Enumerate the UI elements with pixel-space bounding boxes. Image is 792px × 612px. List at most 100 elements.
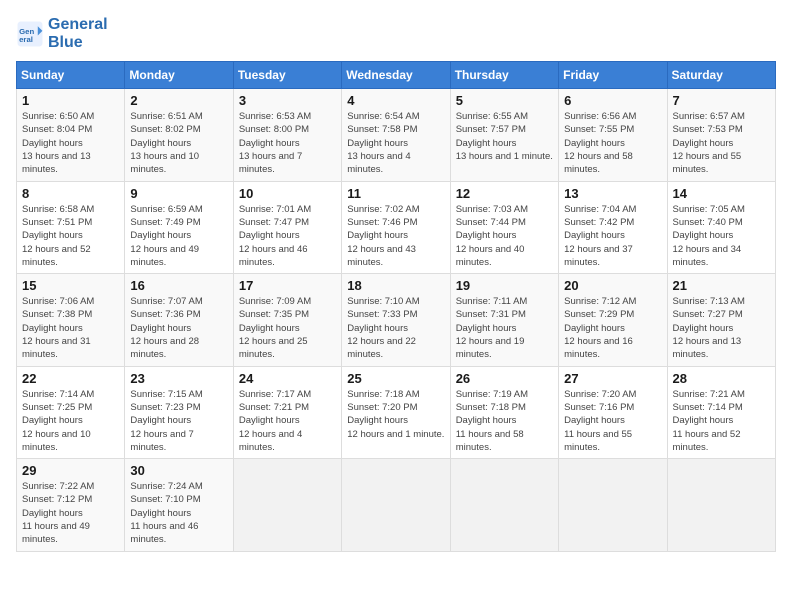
calendar-week-row: 1 Sunrise: 6:50 AM Sunset: 8:04 PM Dayli… xyxy=(17,89,776,181)
calendar-day-cell: 28 Sunrise: 7:21 AM Sunset: 7:14 PM Dayl… xyxy=(667,366,775,458)
day-number: 10 xyxy=(239,186,336,201)
calendar-day-cell xyxy=(233,459,341,551)
day-info: Sunrise: 7:11 AM Sunset: 7:31 PM Dayligh… xyxy=(456,295,553,361)
day-number: 29 xyxy=(22,463,119,478)
day-number: 22 xyxy=(22,371,119,386)
calendar-day-cell: 22 Sunrise: 7:14 AM Sunset: 7:25 PM Dayl… xyxy=(17,366,125,458)
day-number: 30 xyxy=(130,463,227,478)
day-number: 27 xyxy=(564,371,661,386)
day-number: 5 xyxy=(456,93,553,108)
day-number: 19 xyxy=(456,278,553,293)
day-info: Sunrise: 6:57 AM Sunset: 7:53 PM Dayligh… xyxy=(673,110,770,176)
day-info: Sunrise: 6:50 AM Sunset: 8:04 PM Dayligh… xyxy=(22,110,119,176)
logo-text: General Blue xyxy=(48,16,108,51)
day-info: Sunrise: 7:22 AM Sunset: 7:12 PM Dayligh… xyxy=(22,480,119,546)
day-number: 9 xyxy=(130,186,227,201)
day-info: Sunrise: 7:12 AM Sunset: 7:29 PM Dayligh… xyxy=(564,295,661,361)
calendar-day-cell: 30 Sunrise: 7:24 AM Sunset: 7:10 PM Dayl… xyxy=(125,459,233,551)
calendar-day-cell: 25 Sunrise: 7:18 AM Sunset: 7:20 PM Dayl… xyxy=(342,366,450,458)
day-number: 2 xyxy=(130,93,227,108)
day-number: 17 xyxy=(239,278,336,293)
day-info: Sunrise: 7:04 AM Sunset: 7:42 PM Dayligh… xyxy=(564,203,661,269)
day-info: Sunrise: 7:19 AM Sunset: 7:18 PM Dayligh… xyxy=(456,388,553,454)
calendar-day-cell: 29 Sunrise: 7:22 AM Sunset: 7:12 PM Dayl… xyxy=(17,459,125,551)
day-info: Sunrise: 7:05 AM Sunset: 7:40 PM Dayligh… xyxy=(673,203,770,269)
day-header-monday: Monday xyxy=(125,62,233,89)
day-header-tuesday: Tuesday xyxy=(233,62,341,89)
calendar-day-cell: 13 Sunrise: 7:04 AM Sunset: 7:42 PM Dayl… xyxy=(559,181,667,273)
calendar-body: 1 Sunrise: 6:50 AM Sunset: 8:04 PM Dayli… xyxy=(17,89,776,551)
calendar-day-cell: 1 Sunrise: 6:50 AM Sunset: 8:04 PM Dayli… xyxy=(17,89,125,181)
page-header: Gen eral General Blue xyxy=(16,16,776,51)
day-number: 25 xyxy=(347,371,444,386)
day-number: 8 xyxy=(22,186,119,201)
day-info: Sunrise: 7:03 AM Sunset: 7:44 PM Dayligh… xyxy=(456,203,553,269)
day-info: Sunrise: 7:07 AM Sunset: 7:36 PM Dayligh… xyxy=(130,295,227,361)
day-info: Sunrise: 6:59 AM Sunset: 7:49 PM Dayligh… xyxy=(130,203,227,269)
calendar-day-cell xyxy=(559,459,667,551)
day-number: 3 xyxy=(239,93,336,108)
day-number: 28 xyxy=(673,371,770,386)
calendar-day-cell: 8 Sunrise: 6:58 AM Sunset: 7:51 PM Dayli… xyxy=(17,181,125,273)
day-number: 11 xyxy=(347,186,444,201)
day-info: Sunrise: 7:15 AM Sunset: 7:23 PM Dayligh… xyxy=(130,388,227,454)
day-header-thursday: Thursday xyxy=(450,62,558,89)
day-number: 20 xyxy=(564,278,661,293)
day-info: Sunrise: 6:58 AM Sunset: 7:51 PM Dayligh… xyxy=(22,203,119,269)
day-info: Sunrise: 7:02 AM Sunset: 7:46 PM Dayligh… xyxy=(347,203,444,269)
day-info: Sunrise: 7:18 AM Sunset: 7:20 PM Dayligh… xyxy=(347,388,444,441)
day-number: 15 xyxy=(22,278,119,293)
calendar-day-cell: 19 Sunrise: 7:11 AM Sunset: 7:31 PM Dayl… xyxy=(450,274,558,366)
calendar-day-cell: 7 Sunrise: 6:57 AM Sunset: 7:53 PM Dayli… xyxy=(667,89,775,181)
calendar-day-cell: 27 Sunrise: 7:20 AM Sunset: 7:16 PM Dayl… xyxy=(559,366,667,458)
calendar-day-cell: 16 Sunrise: 7:07 AM Sunset: 7:36 PM Dayl… xyxy=(125,274,233,366)
day-info: Sunrise: 7:10 AM Sunset: 7:33 PM Dayligh… xyxy=(347,295,444,361)
day-number: 12 xyxy=(456,186,553,201)
day-number: 21 xyxy=(673,278,770,293)
day-info: Sunrise: 7:17 AM Sunset: 7:21 PM Dayligh… xyxy=(239,388,336,454)
day-info: Sunrise: 7:06 AM Sunset: 7:38 PM Dayligh… xyxy=(22,295,119,361)
calendar-day-cell: 20 Sunrise: 7:12 AM Sunset: 7:29 PM Dayl… xyxy=(559,274,667,366)
day-info: Sunrise: 7:14 AM Sunset: 7:25 PM Dayligh… xyxy=(22,388,119,454)
day-info: Sunrise: 6:55 AM Sunset: 7:57 PM Dayligh… xyxy=(456,110,553,163)
day-number: 13 xyxy=(564,186,661,201)
day-number: 23 xyxy=(130,371,227,386)
calendar-day-cell: 14 Sunrise: 7:05 AM Sunset: 7:40 PM Dayl… xyxy=(667,181,775,273)
calendar-week-row: 8 Sunrise: 6:58 AM Sunset: 7:51 PM Dayli… xyxy=(17,181,776,273)
calendar-day-cell: 12 Sunrise: 7:03 AM Sunset: 7:44 PM Dayl… xyxy=(450,181,558,273)
calendar-day-cell: 3 Sunrise: 6:53 AM Sunset: 8:00 PM Dayli… xyxy=(233,89,341,181)
calendar-day-cell: 4 Sunrise: 6:54 AM Sunset: 7:58 PM Dayli… xyxy=(342,89,450,181)
day-number: 16 xyxy=(130,278,227,293)
day-info: Sunrise: 6:53 AM Sunset: 8:00 PM Dayligh… xyxy=(239,110,336,176)
calendar-day-cell: 5 Sunrise: 6:55 AM Sunset: 7:57 PM Dayli… xyxy=(450,89,558,181)
day-info: Sunrise: 6:51 AM Sunset: 8:02 PM Dayligh… xyxy=(130,110,227,176)
day-info: Sunrise: 7:21 AM Sunset: 7:14 PM Dayligh… xyxy=(673,388,770,454)
day-number: 18 xyxy=(347,278,444,293)
day-number: 7 xyxy=(673,93,770,108)
calendar-day-cell xyxy=(342,459,450,551)
calendar-day-cell: 11 Sunrise: 7:02 AM Sunset: 7:46 PM Dayl… xyxy=(342,181,450,273)
day-info: Sunrise: 7:13 AM Sunset: 7:27 PM Dayligh… xyxy=(673,295,770,361)
day-number: 14 xyxy=(673,186,770,201)
day-info: Sunrise: 7:24 AM Sunset: 7:10 PM Dayligh… xyxy=(130,480,227,546)
day-header-friday: Friday xyxy=(559,62,667,89)
calendar-day-cell xyxy=(450,459,558,551)
calendar-week-row: 22 Sunrise: 7:14 AM Sunset: 7:25 PM Dayl… xyxy=(17,366,776,458)
day-number: 6 xyxy=(564,93,661,108)
day-number: 4 xyxy=(347,93,444,108)
day-number: 24 xyxy=(239,371,336,386)
svg-text:eral: eral xyxy=(19,34,33,43)
day-info: Sunrise: 6:56 AM Sunset: 7:55 PM Dayligh… xyxy=(564,110,661,176)
day-info: Sunrise: 7:01 AM Sunset: 7:47 PM Dayligh… xyxy=(239,203,336,269)
day-header-saturday: Saturday xyxy=(667,62,775,89)
calendar-day-cell: 9 Sunrise: 6:59 AM Sunset: 7:49 PM Dayli… xyxy=(125,181,233,273)
calendar-day-cell: 18 Sunrise: 7:10 AM Sunset: 7:33 PM Dayl… xyxy=(342,274,450,366)
day-info: Sunrise: 7:09 AM Sunset: 7:35 PM Dayligh… xyxy=(239,295,336,361)
calendar-header-row: SundayMondayTuesdayWednesdayThursdayFrid… xyxy=(17,62,776,89)
day-number: 26 xyxy=(456,371,553,386)
day-header-wednesday: Wednesday xyxy=(342,62,450,89)
day-header-sunday: Sunday xyxy=(17,62,125,89)
calendar-day-cell: 15 Sunrise: 7:06 AM Sunset: 7:38 PM Dayl… xyxy=(17,274,125,366)
day-info: Sunrise: 7:20 AM Sunset: 7:16 PM Dayligh… xyxy=(564,388,661,454)
calendar-week-row: 29 Sunrise: 7:22 AM Sunset: 7:12 PM Dayl… xyxy=(17,459,776,551)
